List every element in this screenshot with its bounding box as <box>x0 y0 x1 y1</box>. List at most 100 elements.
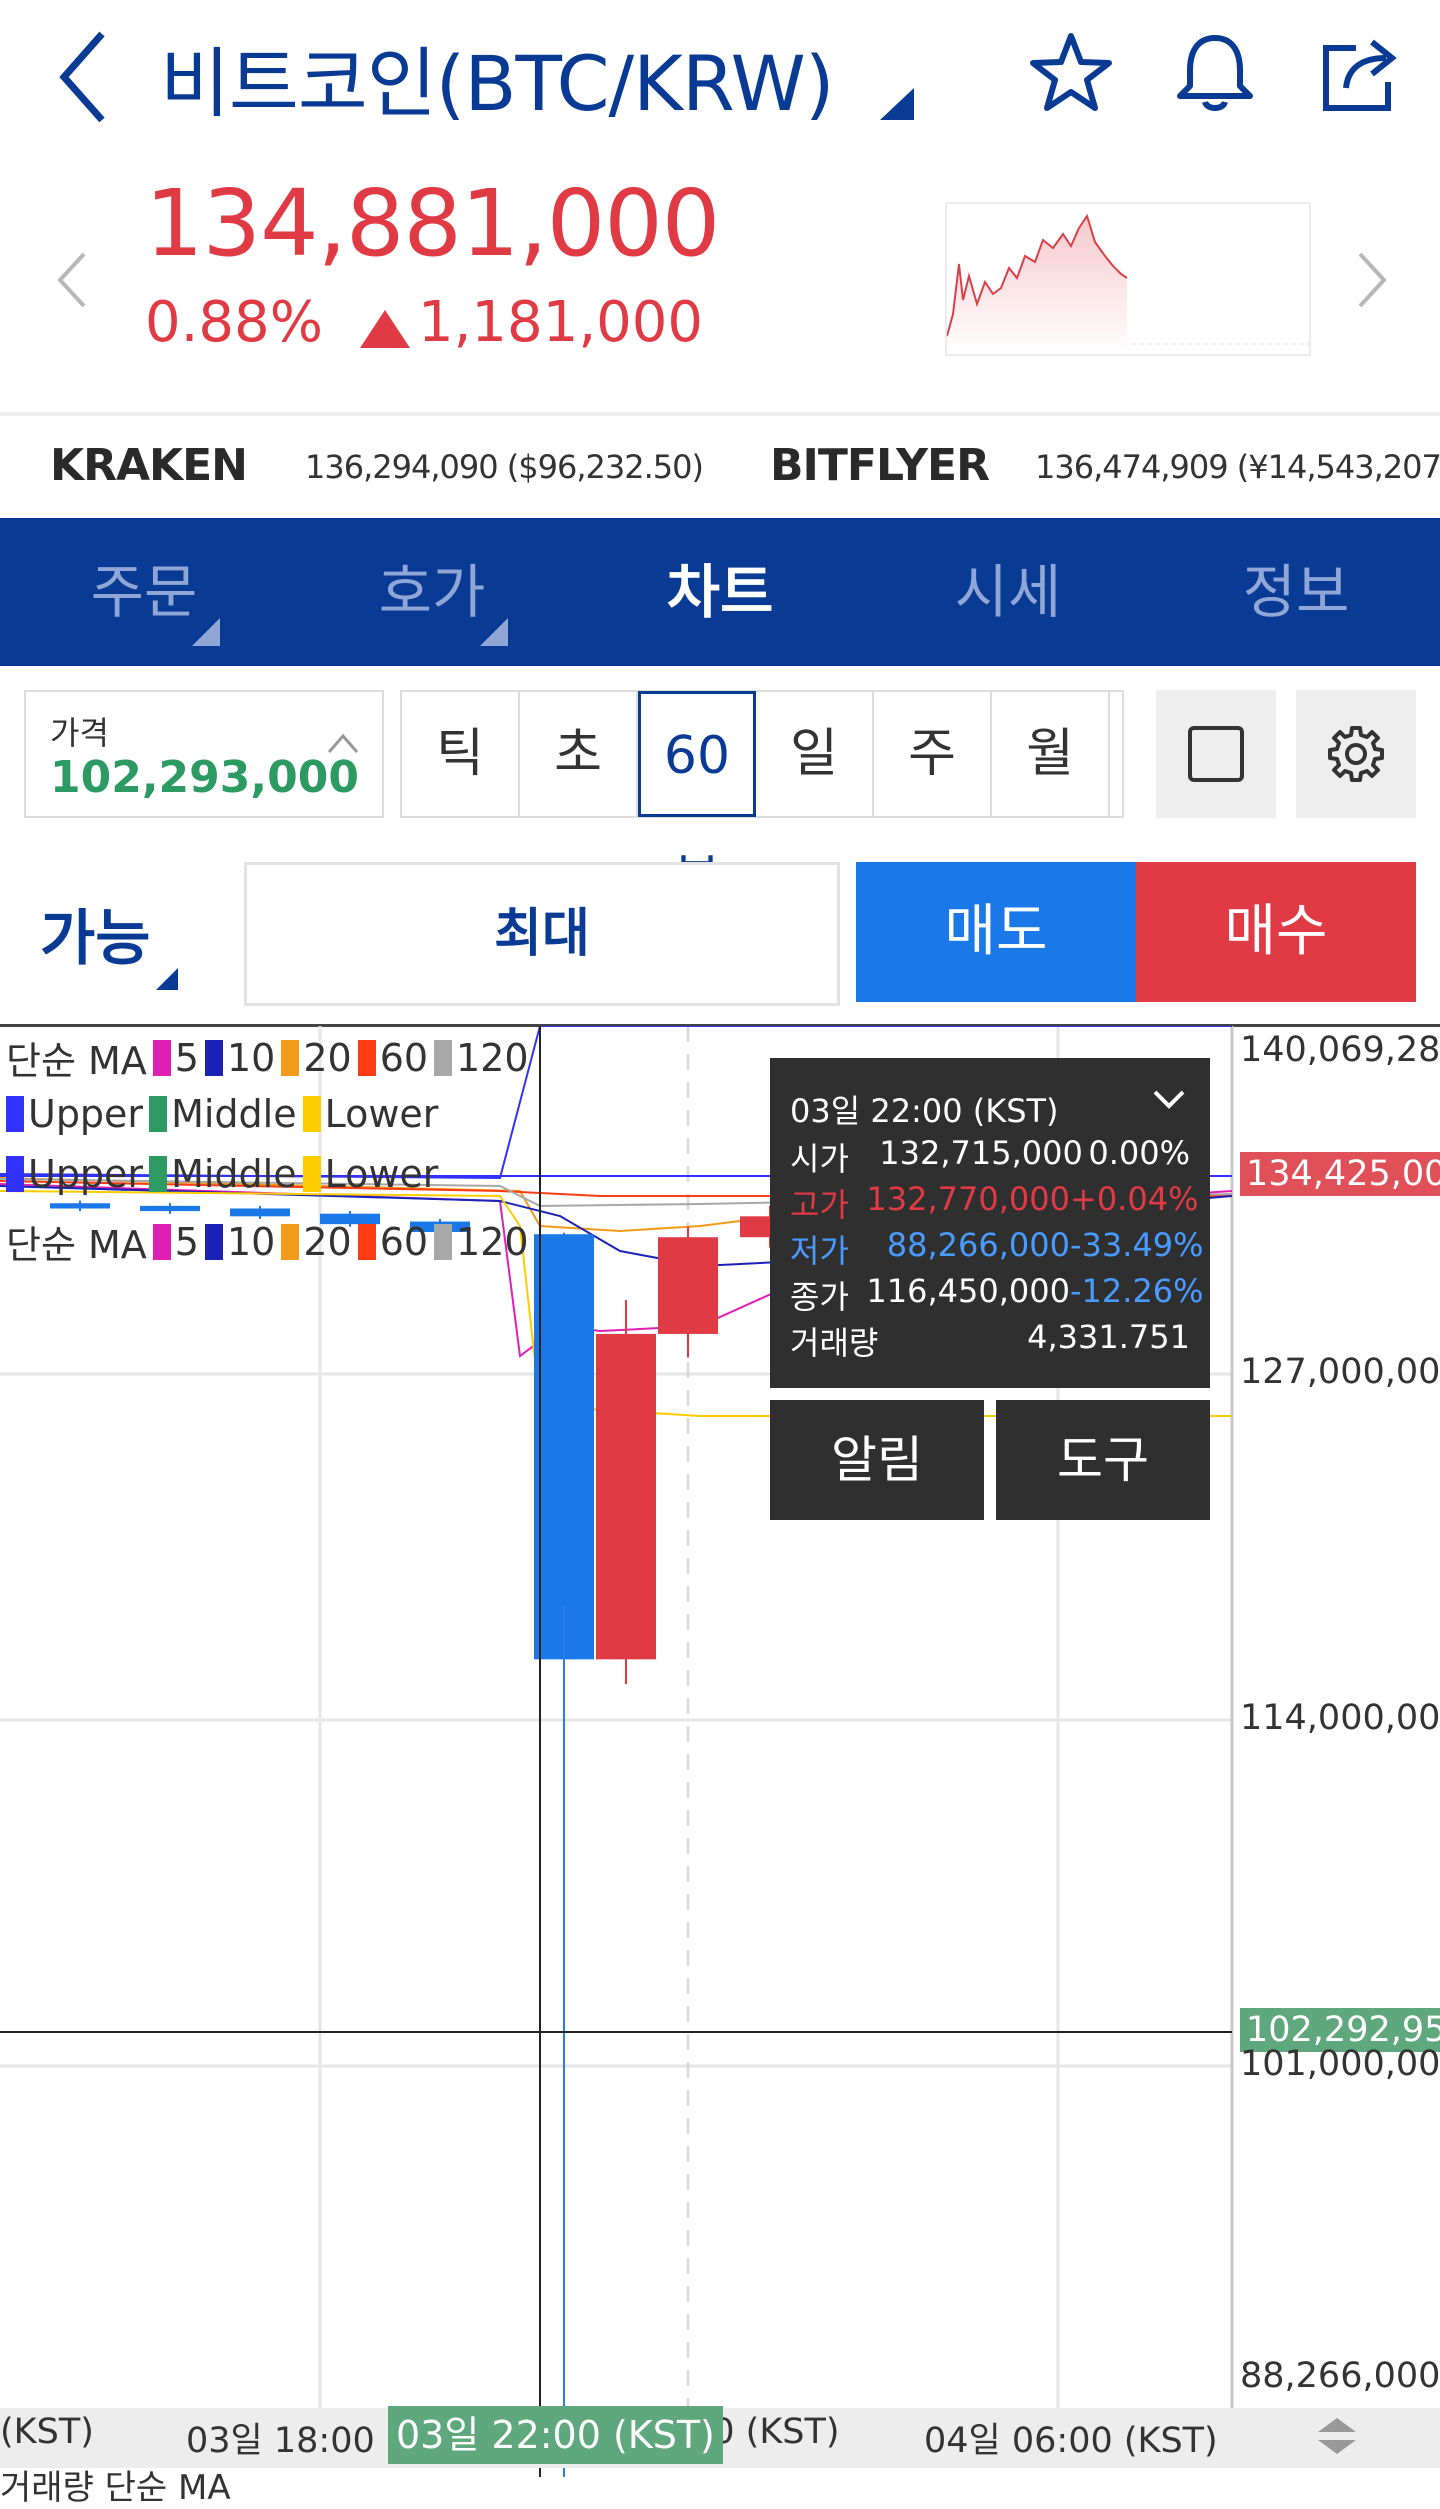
candle-body[interactable] <box>596 1333 656 1660</box>
sparkline-chart[interactable] <box>945 202 1311 356</box>
legend-label: 120 <box>456 1219 529 1264</box>
tab-chart[interactable]: 차트 <box>576 518 864 666</box>
tab-label: 정보 <box>1242 558 1350 626</box>
exchange-price-kraken: 136,294,090 ($96,232.50) <box>305 448 704 486</box>
tooltip-label: 고가 <box>790 1186 849 1224</box>
max-quantity-button[interactable]: 최대 <box>244 862 840 1006</box>
app-header: 비트코인(BTC/KRW) <box>0 0 1440 160</box>
divider <box>0 412 1440 416</box>
band-legend: Upper Middle Lower <box>6 1152 438 1196</box>
legend-swatch <box>6 1096 24 1132</box>
tooltip-pct: +0.04% <box>1070 1180 1199 1218</box>
y-tick-label: 127,000,000 <box>1240 1352 1440 1392</box>
period-tick[interactable]: 틱 <box>402 692 520 816</box>
price-label: 가격 <box>50 714 109 752</box>
ma-legend: 단순 MA 5 10 20 60 120 <box>6 1030 529 1085</box>
star-icon[interactable] <box>1028 30 1114 116</box>
chart-settings-button[interactable] <box>1296 690 1416 818</box>
tab-label: 호가 <box>378 558 486 626</box>
x-tick-label: 04일 06:00 (KST) <box>924 2421 1218 2461</box>
next-coin-arrow-icon[interactable] <box>1352 248 1392 312</box>
tab-orderbook[interactable]: 호가 <box>288 518 576 666</box>
legend-label: 60 <box>379 1219 429 1264</box>
tooltip-value: 132,715,000 <box>879 1134 1083 1172</box>
legend-label: 20 <box>303 1035 352 1080</box>
gear-icon <box>1328 726 1384 782</box>
period-second[interactable]: 초 <box>520 692 638 816</box>
tab-label: 차트 <box>666 558 774 626</box>
bell-icon[interactable] <box>1172 30 1258 116</box>
legend-title: 단순 MA <box>6 1223 147 1267</box>
legend-label: Upper <box>28 1152 144 1196</box>
tab-dropdown-caret-icon <box>480 618 508 646</box>
resize-handle-icon[interactable] <box>1314 2414 1360 2458</box>
legend-swatch <box>204 1223 223 1260</box>
tooltip-pct: -33.49% <box>1070 1226 1204 1264</box>
available-selector[interactable]: 가능 <box>40 890 150 977</box>
crosshair-time-tag: 03일 22:00 (KST) <box>388 2406 723 2464</box>
y-tick-label: 101,000,000 <box>1240 2044 1440 2084</box>
tool-button[interactable]: 도구 <box>996 1400 1210 1520</box>
up-triangle-icon <box>360 310 410 348</box>
band-legend: Upper Middle Lower <box>6 1092 438 1136</box>
tooltip-date: 03일 22:00 (KST) <box>790 1092 1059 1130</box>
change-amount: 1,181,000 <box>418 290 704 355</box>
legend-label: 5 <box>174 1035 199 1080</box>
legend-label: Middle <box>171 1152 297 1196</box>
y-tick-label: 114,000,000 <box>1240 1698 1440 1738</box>
title-dropdown-caret-icon[interactable] <box>880 88 914 120</box>
period-month[interactable]: 월 <box>992 692 1110 816</box>
legend-swatch <box>302 1156 321 1192</box>
change-percent: 0.88% <box>145 290 323 355</box>
tooltip-value: 132,770,000 <box>866 1180 1070 1218</box>
period-week[interactable]: 주 <box>874 692 992 816</box>
page-title[interactable]: 비트코인(BTC/KRW) <box>160 22 834 132</box>
alarm-button[interactable]: 알림 <box>770 1400 984 1520</box>
share-icon[interactable] <box>1316 28 1406 118</box>
crosshair-price-selector[interactable]: 가격 102,293,000 <box>24 690 384 818</box>
candle-body[interactable] <box>658 1237 718 1334</box>
back-arrow-icon[interactable] <box>50 22 120 132</box>
tooltip-row-open: 시가 132,715,000 0.00% <box>790 1134 1190 1180</box>
y-tick-label: 140,069,281 <box>1240 1030 1440 1070</box>
candle-body[interactable] <box>50 1203 110 1209</box>
current-price-tag: 134,425,000 <box>1240 1152 1440 1196</box>
main-tab-bar: 주문 호가 차트 시세 정보 <box>0 518 1440 666</box>
exchange-name-kraken: KRAKEN <box>50 440 248 491</box>
dropdown-caret-icon <box>156 968 178 990</box>
tooltip-pct: -12.26% <box>1070 1272 1204 1310</box>
tab-label: 주문 <box>90 558 198 626</box>
tooltip-value: 4,331.751 <box>1027 1318 1190 1356</box>
tab-label: 시세 <box>954 558 1062 626</box>
current-price: 134,881,000 <box>145 170 720 277</box>
tooltip-value: 116,450,000 <box>866 1272 1070 1310</box>
legend-swatch <box>434 1223 453 1260</box>
legend-swatch <box>357 1223 376 1260</box>
tab-info[interactable]: 정보 <box>1152 518 1440 666</box>
candle-body[interactable] <box>534 1234 594 1660</box>
period-selector: 틱 초 60분 일 주 월 <box>400 690 1124 910</box>
sell-button[interactable]: 매도 <box>856 862 1136 1002</box>
tooltip-row-high: 고가 132,770,000 +0.04% <box>790 1180 1199 1226</box>
x-tick-label: (KST) <box>0 2412 94 2452</box>
tooltip-row-close: 종가 116,450,000 -12.26% <box>790 1272 1204 1318</box>
tab-order[interactable]: 주문 <box>0 518 288 666</box>
square-icon <box>1188 726 1244 782</box>
buy-button[interactable]: 매수 <box>1136 862 1416 1002</box>
tooltip-row-volume: 거래량 4,331.751 <box>790 1318 1190 1364</box>
chevron-down-icon[interactable] <box>1152 1088 1186 1112</box>
tooltip-label: 저가 <box>790 1232 849 1270</box>
period-day[interactable]: 일 <box>756 692 874 816</box>
legend-swatch <box>281 1039 300 1076</box>
tab-quotes[interactable]: 시세 <box>864 518 1152 666</box>
legend-swatch <box>357 1039 376 1076</box>
legend-swatch <box>204 1039 223 1076</box>
prev-coin-arrow-icon[interactable] <box>52 248 92 312</box>
legend-swatch <box>281 1223 300 1260</box>
period-60min[interactable]: 60분 <box>638 691 756 910</box>
fullscreen-button[interactable] <box>1156 690 1276 818</box>
legend-swatch <box>149 1096 168 1132</box>
candle-body[interactable] <box>140 1205 200 1212</box>
tooltip-label: 시가 <box>790 1140 849 1178</box>
legend-swatch <box>434 1039 453 1076</box>
